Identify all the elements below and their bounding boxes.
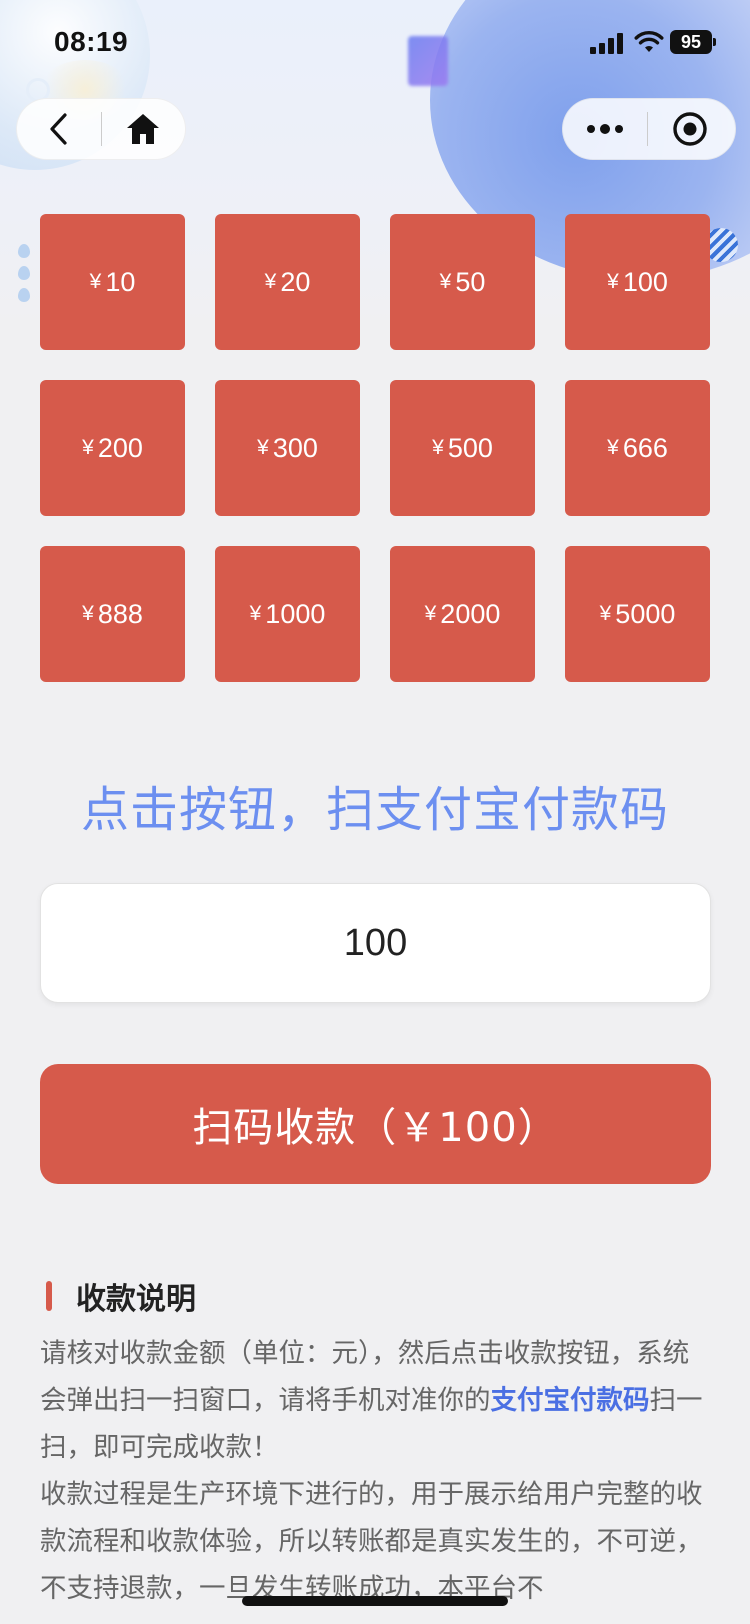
amount-value: 10: [105, 266, 136, 297]
home-button[interactable]: [102, 98, 186, 160]
currency-symbol: ¥: [264, 270, 277, 293]
home-indicator: [242, 1596, 508, 1606]
amount-value: 100: [622, 266, 668, 297]
more-button[interactable]: [563, 98, 647, 160]
amount-button[interactable]: ¥200: [40, 380, 185, 516]
currency-symbol: ¥: [249, 602, 262, 625]
currency-symbol: ¥: [432, 436, 444, 459]
amount-button[interactable]: ¥5000: [565, 546, 710, 682]
decorative-drop: [18, 288, 30, 302]
amount-value: 888: [97, 598, 143, 629]
section-accent-bar: [46, 1281, 52, 1311]
amount-value: 666: [622, 432, 668, 463]
back-chevron-icon: [50, 113, 67, 145]
amount-value: 300: [272, 432, 318, 463]
currency-symbol: ¥: [424, 602, 437, 625]
currency-symbol: ¥: [607, 436, 619, 459]
instructions-title: 收款说明: [76, 1282, 196, 1317]
amount-button[interactable]: ¥100: [565, 214, 710, 350]
amount-value: 20: [280, 266, 311, 297]
amount-button[interactable]: ¥10: [40, 214, 185, 350]
amount-button[interactable]: ¥888: [40, 546, 185, 682]
decorative-drop: [18, 244, 30, 258]
nav-capsule-left: [16, 98, 186, 160]
back-button[interactable]: [17, 98, 101, 160]
amount-button[interactable]: ¥20: [215, 214, 360, 350]
alipay-code-highlight: 支付宝付款码: [490, 1385, 650, 1416]
hint-text: 点击按钮，扫支付宝付款码: [80, 782, 669, 838]
battery-tip: [713, 38, 716, 46]
currency-symbol: ¥: [257, 436, 269, 459]
currency-symbol: ¥: [82, 602, 94, 625]
currency-symbol: ¥: [599, 602, 612, 625]
status-bar: 08:19 95: [0, 0, 750, 88]
amount-button[interactable]: ¥500: [390, 380, 535, 516]
currency-symbol: ¥: [439, 270, 452, 293]
amount-button[interactable]: ¥2000: [390, 546, 535, 682]
amount-value: 1000: [265, 598, 326, 629]
currency-symbol: ¥: [89, 270, 102, 293]
currency-symbol: ¥: [607, 270, 619, 293]
record-target-icon: [673, 112, 707, 146]
decorative-drop: [18, 266, 30, 280]
nav-capsule-right: [562, 98, 736, 160]
signal-icon: [590, 32, 626, 54]
collect-payment-button[interactable]: 扫码收款（￥100）: [40, 1064, 711, 1184]
status-time: 08:19: [54, 26, 129, 57]
amount-value: 5000: [615, 598, 676, 629]
amount-value: 50: [455, 266, 486, 297]
home-icon: [127, 114, 160, 144]
amount-value: 200: [97, 432, 143, 463]
instructions-header: 收款说明: [46, 1276, 196, 1317]
amount-value: 2000: [440, 598, 501, 629]
amount-input[interactable]: [40, 883, 711, 1003]
amount-grid: ¥10 ¥20 ¥50 ¥100 ¥200 ¥300 ¥500 ¥666 ¥888 ¥1000 ¥2…: [40, 214, 710, 682]
close-miniprogram-button[interactable]: [648, 98, 732, 160]
instructions-body: 请核对收款金额（单位：元），然后点击收款按钮，系统会弹出扫一扫窗口，请将手机对准…: [40, 1330, 712, 1612]
instructions-paragraph: 请核对收款金额（单位：元），然后点击收款按钮，系统会弹出扫一扫窗口，请将手机对准…: [40, 1330, 712, 1471]
amount-button[interactable]: ¥50: [390, 214, 535, 350]
currency-symbol: ¥: [82, 436, 94, 459]
amount-button[interactable]: ¥300: [215, 380, 360, 516]
amount-value: 500: [447, 432, 493, 463]
wifi-icon: [634, 31, 664, 52]
amount-button[interactable]: ¥1000: [215, 546, 360, 682]
more-dots-icon: [587, 124, 623, 134]
amount-button[interactable]: ¥666: [565, 380, 710, 516]
instructions-paragraph: 收款过程是生产环境下进行的，用于展示给用户完整的收款流程和收款体验，所以转账都是…: [40, 1479, 703, 1604]
battery-icon: 95: [670, 30, 712, 54]
